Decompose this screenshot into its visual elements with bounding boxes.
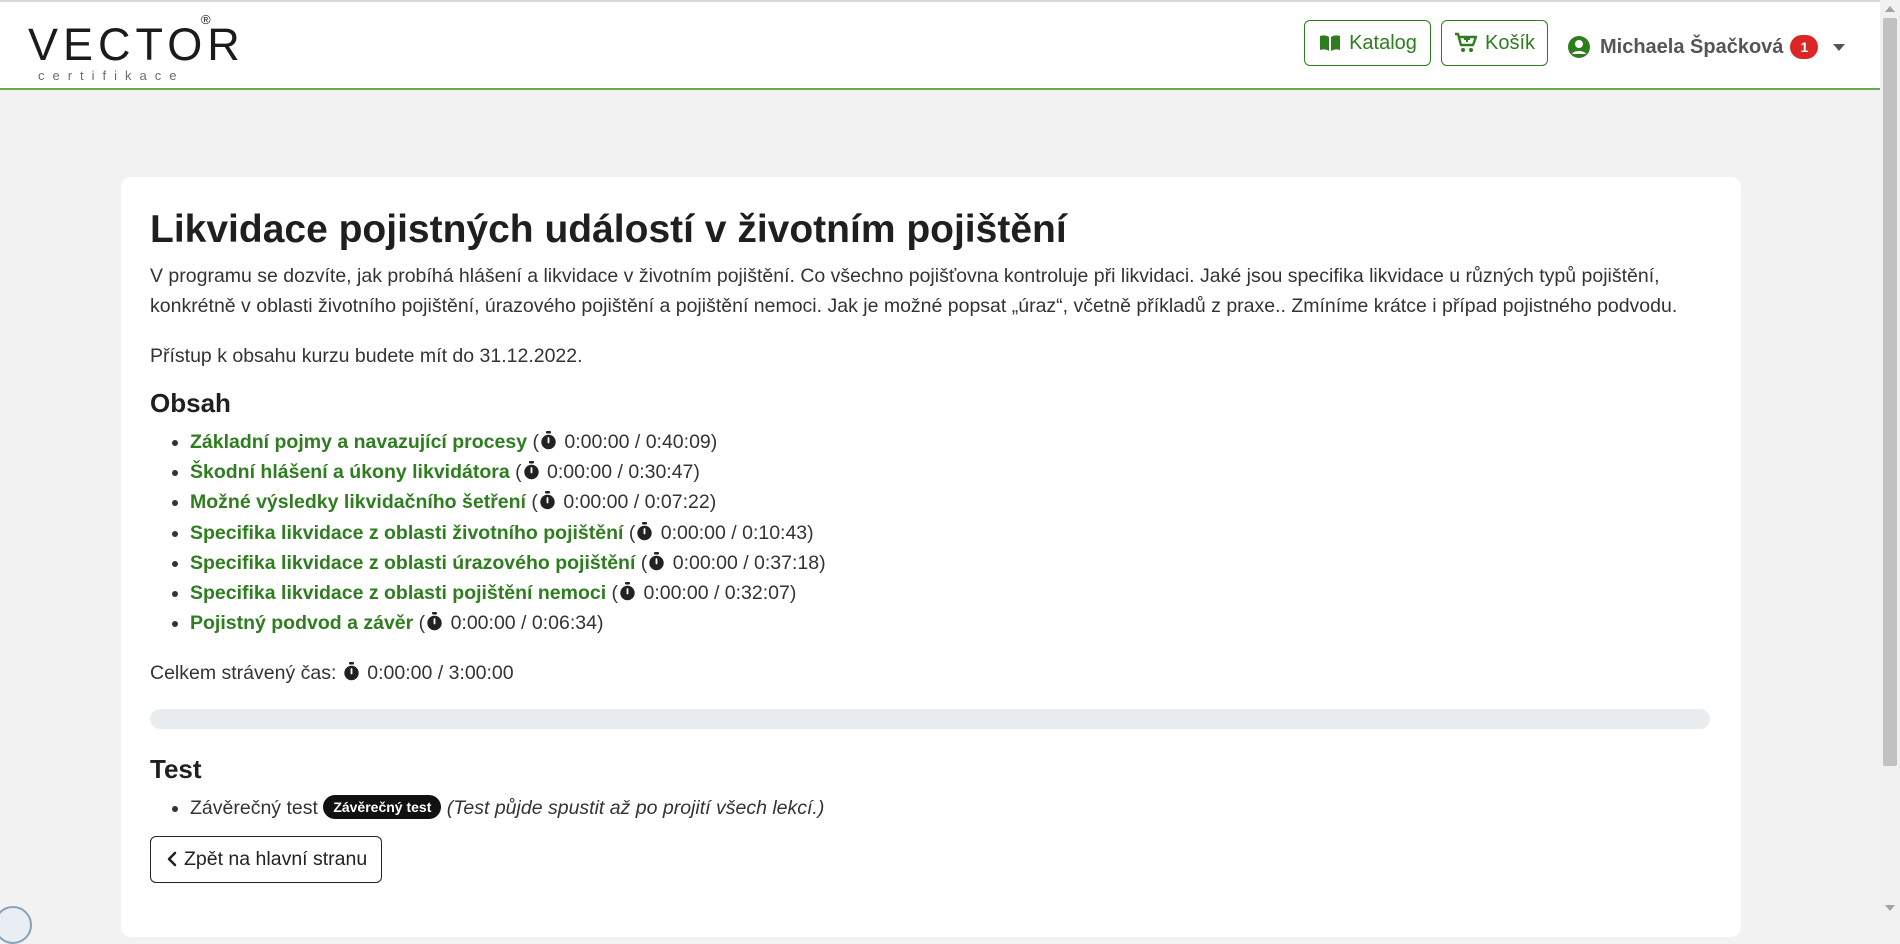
test-note: (Test půjde spustit až po projití všech … bbox=[446, 797, 825, 820]
chevron-left-icon bbox=[167, 851, 177, 867]
stopwatch-icon bbox=[344, 662, 359, 681]
test-heading: Test bbox=[150, 754, 202, 785]
test-list: Závěrečný test Závěrečný test (Test půjd… bbox=[150, 793, 1715, 823]
lesson-link[interactable]: Specifika likvidace z oblasti úrazového … bbox=[190, 552, 635, 574]
navbar: VECTOR ® certifikace Katalog Košík Micha… bbox=[0, 2, 1880, 90]
back-button-label: Zpět na hlavní stranu bbox=[184, 847, 368, 870]
logo-subtitle: certifikace bbox=[38, 68, 185, 83]
contents-heading: Obsah bbox=[150, 388, 231, 418]
floating-help-icon[interactable] bbox=[0, 906, 32, 944]
course-title: Likvidace pojistných událostí v životním… bbox=[150, 208, 1067, 251]
catalog-label: Katalog bbox=[1349, 31, 1417, 54]
lesson-time: 0:00:00 / 0:40:09 bbox=[564, 431, 711, 453]
user-menu[interactable]: Michaela Špačková 1 bbox=[1567, 32, 1846, 62]
total-time-label: Celkem strávený čas: bbox=[150, 662, 337, 685]
lesson-link[interactable]: Základní pojmy a navazující procesy bbox=[190, 431, 527, 453]
stopwatch-icon bbox=[620, 582, 635, 601]
lesson-time: 0:00:00 / 0:10:43 bbox=[660, 521, 808, 544]
lesson-item: Možné výsledky likvidačního šetření ( 0:… bbox=[190, 487, 1715, 517]
lesson-item: Škodní hlášení a úkony likvidátora ( 0:0… bbox=[190, 457, 1715, 487]
scroll-down-arrow-icon[interactable] bbox=[1885, 905, 1895, 911]
lesson-link[interactable]: Pojistný podvod a závěr bbox=[190, 612, 413, 634]
stopwatch-icon bbox=[541, 431, 556, 450]
notification-badge: 1 bbox=[1790, 35, 1819, 59]
lesson-time: 0:00:00 / 0:06:34 bbox=[450, 612, 597, 635]
lesson-time: 0:00:00 / 0:30:47 bbox=[547, 461, 694, 484]
book-open-icon bbox=[1320, 35, 1341, 51]
vector-logo[interactable]: VECTOR ® certifikace bbox=[28, 12, 240, 84]
lesson-item: Specifika likvidace z oblasti životního … bbox=[190, 518, 1715, 548]
access-info: Přístup k obsahu kurzu budete mít do 31.… bbox=[150, 345, 583, 367]
caret-down-icon bbox=[1833, 43, 1846, 51]
lesson-time: 0:00:00 / 0:37:18 bbox=[672, 551, 820, 574]
stopwatch-icon bbox=[637, 521, 653, 540]
lesson-link[interactable]: Možné výsledky likvidačního šetření bbox=[190, 491, 526, 513]
lesson-item: Specifika likvidace z oblasti pojištění … bbox=[190, 578, 1715, 608]
lesson-list: Základní pojmy a navazující procesy ( 0:… bbox=[150, 427, 1715, 638]
total-time-value: 0:00:00 / 3:00:00 bbox=[367, 662, 514, 685]
test-item: Závěrečný test Závěrečný test (Test půjd… bbox=[190, 793, 1715, 823]
logo-text: VECTOR bbox=[28, 19, 245, 70]
user-name: Michaela Špačková bbox=[1600, 35, 1784, 58]
lesson-time: 0:00:00 / 0:32:07 bbox=[643, 582, 790, 605]
scrollbar[interactable] bbox=[1880, 0, 1900, 919]
cart-button[interactable]: Košík bbox=[1441, 20, 1548, 66]
cart-label: Košík bbox=[1484, 31, 1536, 54]
stopwatch-icon bbox=[427, 612, 442, 631]
stopwatch-icon bbox=[540, 491, 555, 510]
test-badge: Závěrečný test bbox=[323, 795, 442, 820]
lesson-link[interactable]: Specifika likvidace z oblasti životního … bbox=[190, 522, 623, 544]
total-time-line: Celkem strávený čas: 0:00:00 / 3:00:00 bbox=[150, 658, 1715, 688]
course-card: Likvidace pojistných událostí v životním… bbox=[121, 177, 1741, 937]
test-item-label: Závěrečný test bbox=[190, 797, 318, 820]
lesson-time: 0:00:00 / 0:07:22 bbox=[563, 491, 710, 514]
lesson-item: Základní pojmy a navazující procesy ( 0:… bbox=[190, 427, 1715, 457]
lesson-item: Specifika likvidace z oblasti úrazového … bbox=[190, 548, 1715, 578]
stopwatch-icon bbox=[523, 461, 539, 480]
catalog-button[interactable]: Katalog bbox=[1304, 20, 1431, 66]
logo-registered-mark: ® bbox=[201, 12, 211, 27]
lesson-link[interactable]: Škodní hlášení a úkony likvidátora bbox=[190, 461, 510, 483]
scroll-thumb[interactable] bbox=[1883, 18, 1897, 766]
cart-plus-icon bbox=[1454, 32, 1478, 52]
stopwatch-icon bbox=[649, 551, 665, 571]
scroll-up-arrow-icon[interactable] bbox=[1885, 6, 1895, 12]
lesson-item: Pojistný podvod a závěr ( 0:00:00 / 0:06… bbox=[190, 608, 1715, 638]
back-to-home-button[interactable]: Zpět na hlavní stranu bbox=[150, 835, 383, 883]
progress-bar bbox=[150, 709, 1710, 730]
user-circle-icon bbox=[1568, 36, 1590, 58]
course-description: V programu se dozvíte, jak probíhá hláše… bbox=[150, 265, 1678, 317]
lesson-link[interactable]: Specifika likvidace z oblasti pojištění … bbox=[190, 582, 606, 604]
